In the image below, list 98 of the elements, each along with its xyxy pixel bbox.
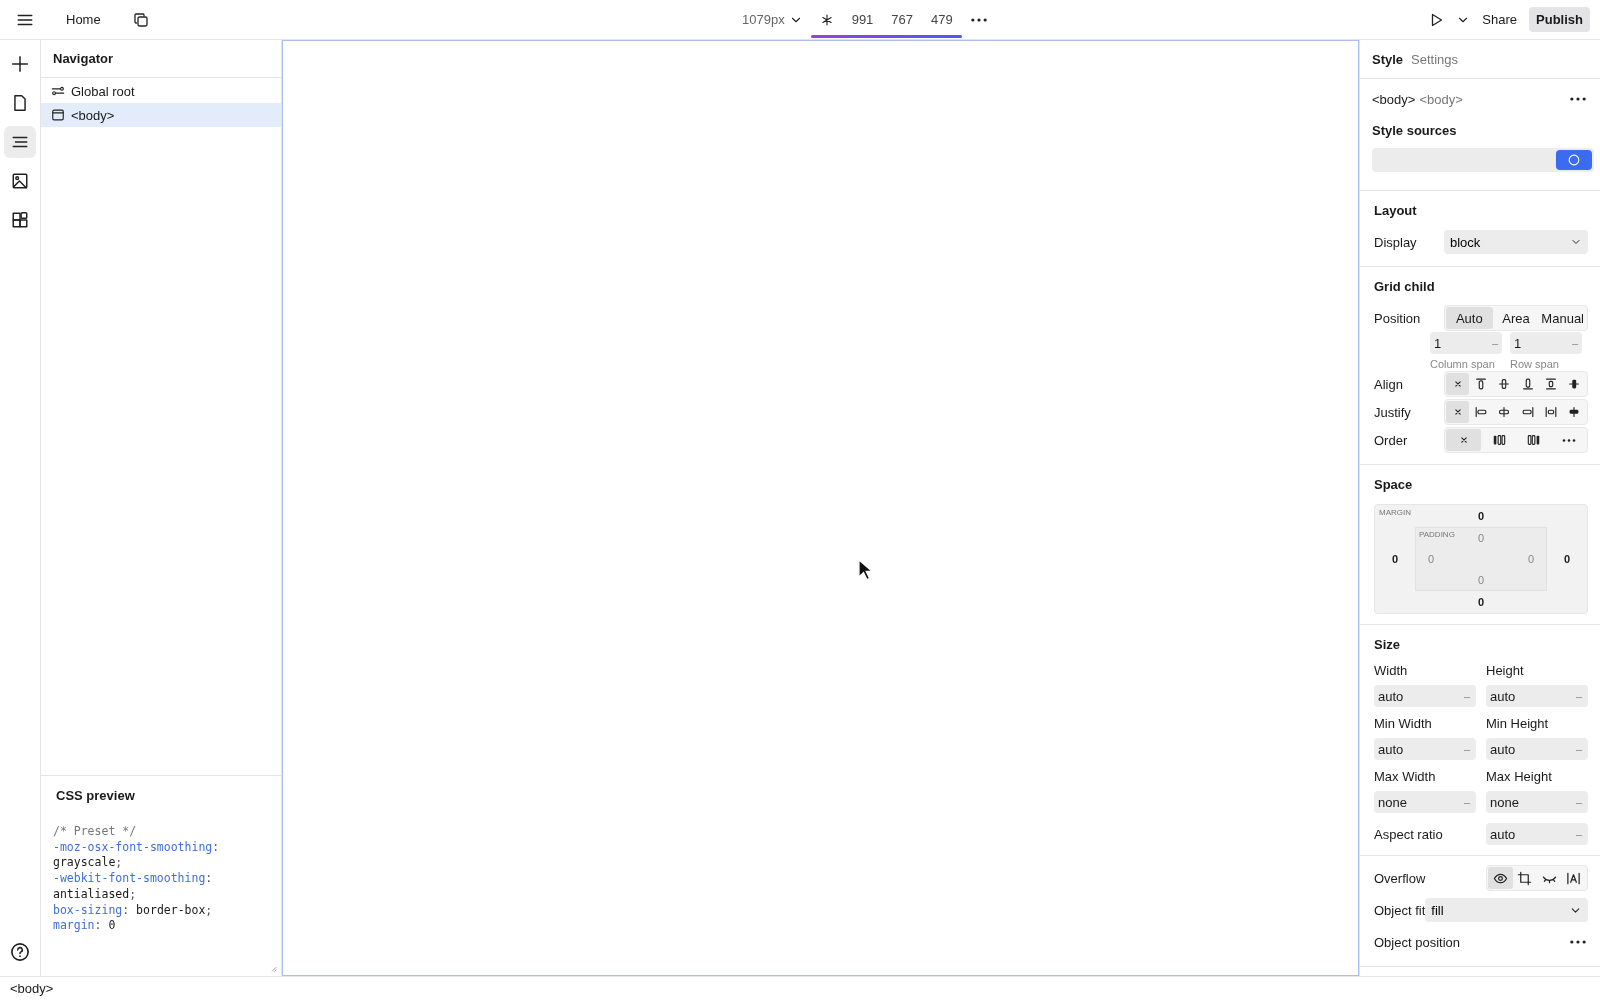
- help-icon: [10, 942, 30, 962]
- panel-tab[interactable]: Settings: [1411, 51, 1459, 67]
- section-title: Grid child: [1374, 278, 1436, 296]
- number-field[interactable]: 1 –: [1430, 332, 1502, 354]
- input-field[interactable]: auto –: [1486, 823, 1588, 845]
- justify-start-icon: [1474, 405, 1488, 419]
- field-label: Height: [1486, 662, 1525, 680]
- segmented-control[interactable]: [1444, 371, 1588, 397]
- more-button[interactable]: [1568, 940, 1588, 944]
- section-title: Size: [1374, 636, 1401, 654]
- sliders-icon: [51, 84, 65, 98]
- panel-title: CSS preview: [55, 787, 136, 805]
- plus-icon: [11, 55, 29, 73]
- field-label: Min Height: [1486, 715, 1550, 733]
- css-code: /* Preset */ -moz-osx-font-smoothing: grayscale; -webkit-font-smoothing: antialiased; box-sizing: border-box; margin: 0: [53, 824, 221, 934]
- field-label: Order: [1374, 432, 1409, 448]
- box-label: PADDING: [1419, 530, 1455, 539]
- align-end-icon: [1520, 377, 1535, 391]
- margin-value[interactable]: 0: [1477, 596, 1485, 608]
- publish-button[interactable]: Publish: [1529, 7, 1590, 32]
- align-stretch-icon: [1543, 377, 1558, 391]
- segmented-control[interactable]: Auto Area Manual: [1444, 305, 1588, 331]
- segment-option[interactable]: Area: [1492, 307, 1540, 329]
- asterisk-icon: [819, 12, 834, 27]
- margin-value[interactable]: 0: [1477, 510, 1485, 522]
- order-last-icon: [1526, 433, 1541, 447]
- segmented-control[interactable]: [1444, 399, 1588, 425]
- more-icon: [1570, 940, 1586, 944]
- element-tag: <body>: [1372, 91, 1416, 107]
- field-label: Object position: [1374, 934, 1460, 950]
- frame-icon: [51, 108, 65, 122]
- justify-stretch-icon: [1543, 405, 1558, 419]
- field-label: Aspect ratio: [1374, 826, 1444, 842]
- field-label: Width: [1374, 662, 1409, 680]
- page-icon: [11, 94, 29, 112]
- tree-item[interactable]: Global root: [41, 79, 281, 103]
- sidebar-tab[interactable]: [4, 126, 36, 158]
- style-source-field[interactable]: [1372, 148, 1594, 172]
- field-hint: Column span: [1430, 358, 1496, 370]
- field-label: Min Width: [1374, 715, 1433, 733]
- section-title: Style sources: [1371, 122, 1458, 140]
- breadcrumb[interactable]: <body>: [10, 981, 54, 996]
- field-label: Align: [1374, 376, 1404, 392]
- more-icon: [1570, 97, 1586, 101]
- copy-icon: [132, 11, 149, 28]
- crop-icon: [1517, 870, 1533, 886]
- input-field[interactable]: auto –: [1374, 685, 1476, 707]
- more-icon: [970, 17, 987, 22]
- local-style-button[interactable]: [1556, 150, 1592, 170]
- segment-option[interactable]: Auto: [1446, 307, 1493, 329]
- box-label: MARGIN: [1379, 508, 1411, 517]
- circle-icon: [1567, 153, 1581, 167]
- panel-tab[interactable]: Style: [1372, 51, 1404, 67]
- element-name: <body>: [1419, 91, 1463, 107]
- input-field[interactable]: none –: [1486, 791, 1588, 813]
- object-fit-dropdown[interactable]: fill: [1425, 898, 1588, 922]
- display-dropdown[interactable]: block: [1444, 230, 1588, 254]
- order-first-icon: [1491, 433, 1506, 447]
- align-start-icon: [1474, 377, 1488, 391]
- input-field[interactable]: auto –: [1486, 685, 1588, 707]
- panel-title: Navigator: [53, 51, 113, 66]
- justify-center-icon: [1497, 405, 1512, 419]
- margin-value[interactable]: 0: [1391, 553, 1399, 565]
- tree-item[interactable]: <body>: [41, 103, 281, 127]
- share-button[interactable]: Share: [1476, 8, 1524, 31]
- blocks-icon: [11, 211, 29, 229]
- field-label: Max Width: [1374, 768, 1437, 786]
- more-button[interactable]: [1568, 97, 1588, 101]
- text-box-icon: [1566, 870, 1582, 886]
- number-field[interactable]: 1 –: [1510, 332, 1582, 354]
- breakpoint-width-dropdown[interactable]: 1079px: [738, 8, 789, 31]
- option-button[interactable]: [1488, 867, 1513, 889]
- field-label: Overflow: [1374, 870, 1426, 886]
- align-center-icon: [1497, 377, 1512, 391]
- field-label: Position: [1374, 310, 1422, 326]
- field-hint: Row span: [1510, 358, 1560, 370]
- input-field[interactable]: none –: [1374, 791, 1476, 813]
- margin-value[interactable]: 0: [1563, 553, 1571, 565]
- margin-box[interactable]: MARGIN 0 0 PADDING 0 0 0 0 0 0: [1374, 504, 1588, 614]
- home-button[interactable]: Home: [60, 8, 107, 31]
- breakpoint-button[interactable]: 767: [882, 8, 923, 31]
- segmented-control[interactable]: [1486, 865, 1588, 891]
- section-title: Layout: [1374, 202, 1418, 220]
- input-field[interactable]: auto –: [1486, 738, 1588, 760]
- field-label: Max Height: [1486, 768, 1553, 786]
- align-baseline-icon: [1567, 377, 1582, 391]
- segment-option[interactable]: Manual: [1539, 307, 1586, 329]
- justify-end-icon: [1520, 405, 1535, 419]
- section-title: Space: [1374, 476, 1414, 494]
- field-label: Justify: [1374, 404, 1412, 420]
- segmented-control[interactable]: [1444, 427, 1588, 453]
- breakpoint-button[interactable]: 479: [922, 8, 962, 31]
- image-icon: [11, 172, 29, 190]
- input-field[interactable]: auto –: [1374, 738, 1476, 760]
- more-icon: [1561, 438, 1576, 442]
- field-label: Display: [1374, 234, 1418, 250]
- field-label: Object fit: [1374, 902, 1426, 918]
- breakpoint-button[interactable]: 991: [842, 8, 883, 31]
